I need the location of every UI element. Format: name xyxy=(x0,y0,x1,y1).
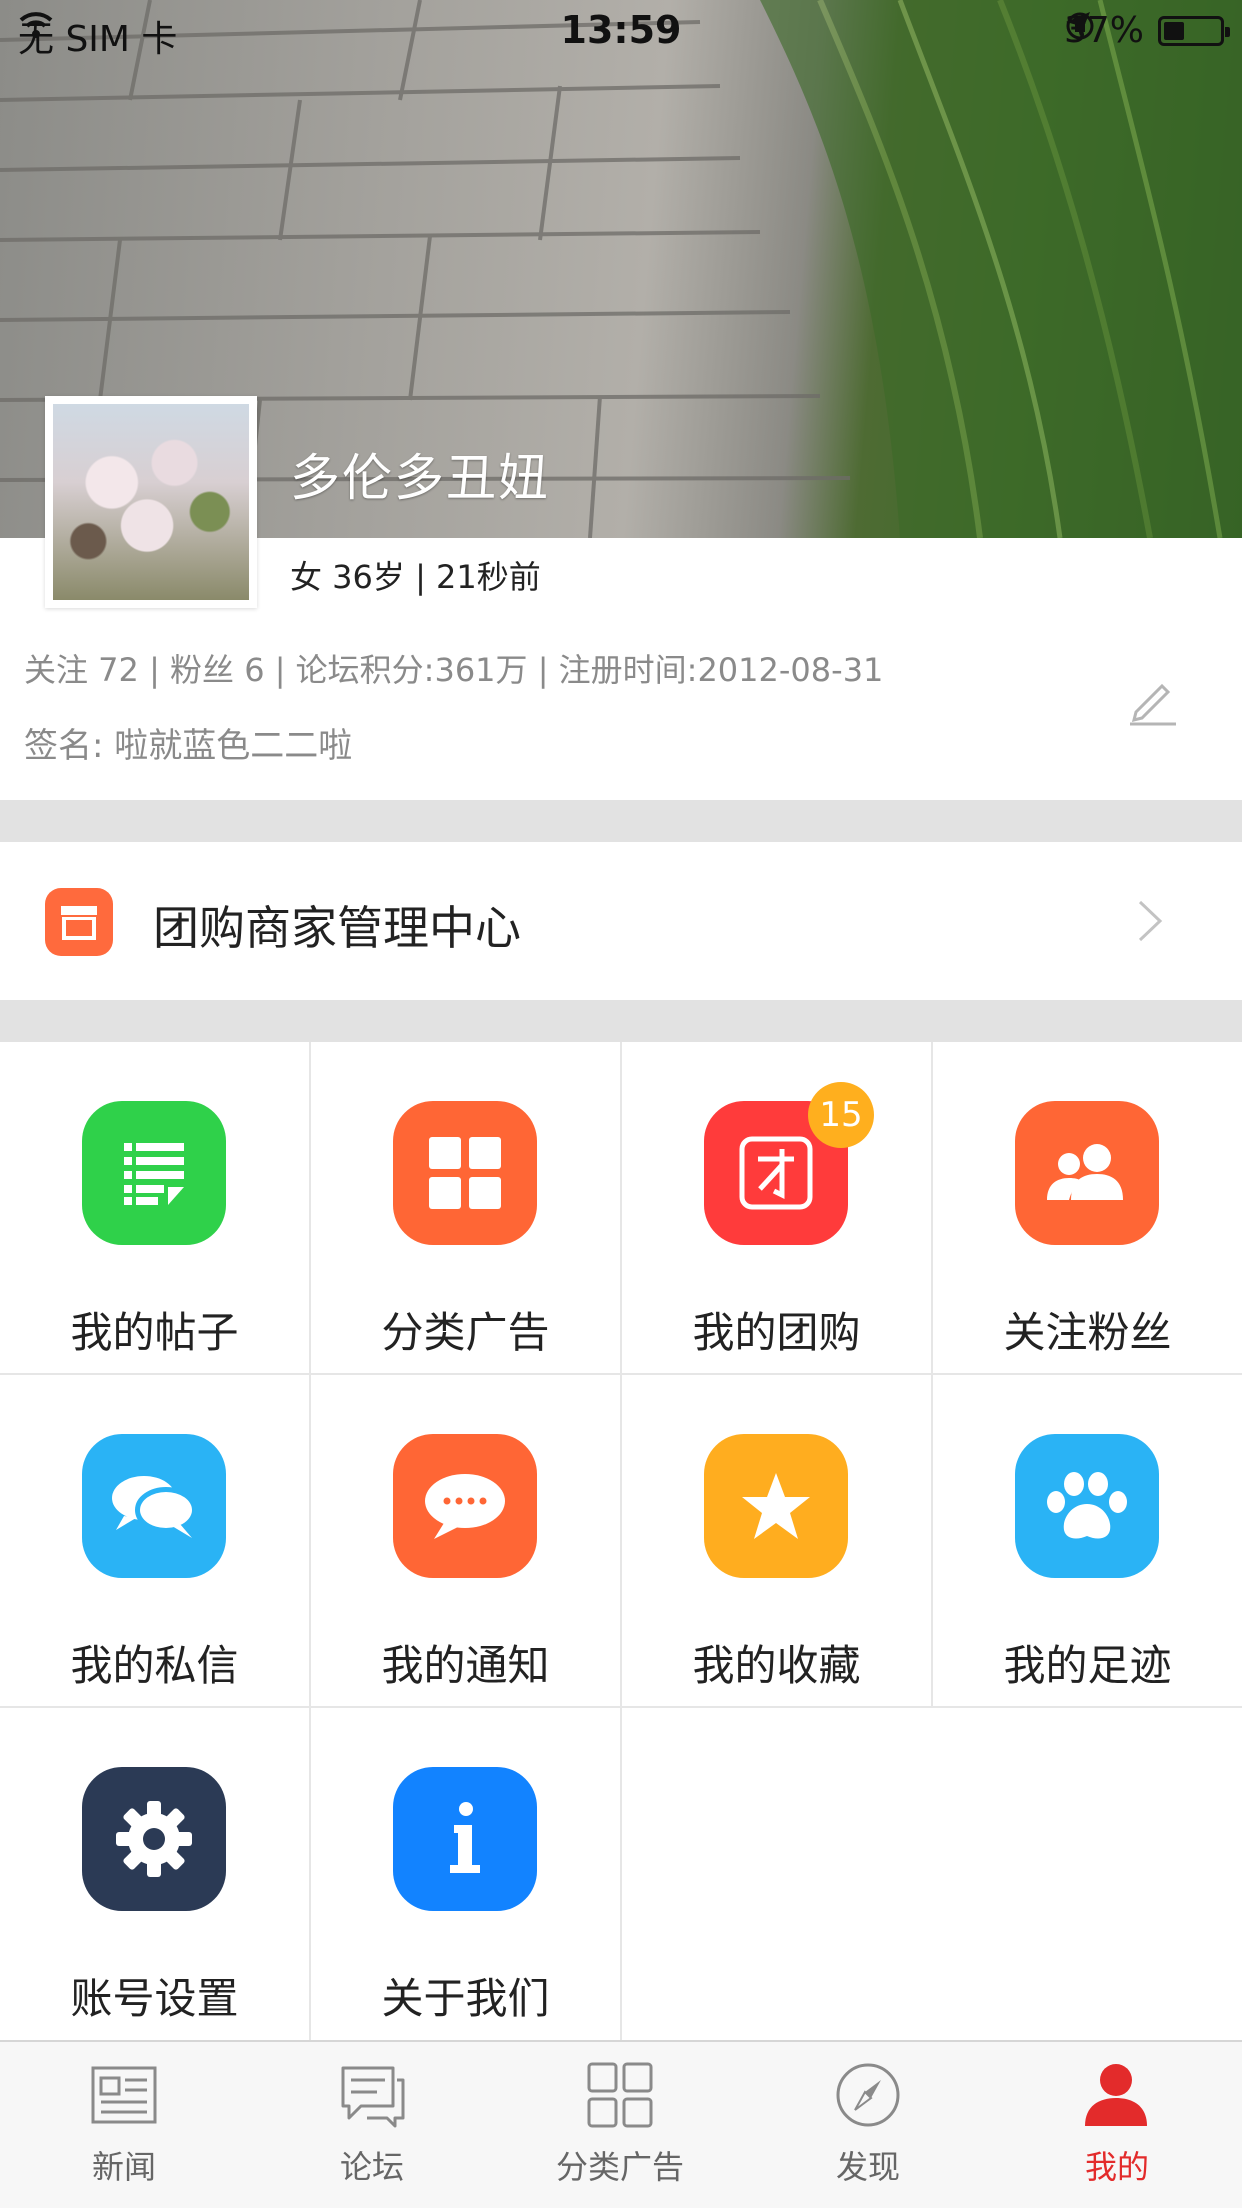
grid-item-label: 关注粉丝 xyxy=(1003,1308,1172,1357)
paw-icon xyxy=(1015,1434,1159,1578)
profile-meta: 女 36岁 | 21秒前 xyxy=(290,558,541,596)
grid-icon xyxy=(587,2062,653,2128)
tab-forum[interactable]: 论坛 xyxy=(248,2042,496,2208)
grid-item-my-favorites[interactable]: 我的收藏 xyxy=(622,1375,933,1708)
star-icon xyxy=(704,1434,848,1578)
group-buy-count-badge: 15 xyxy=(808,1082,874,1148)
grid-item-classified-ads[interactable]: 分类广告 xyxy=(311,1042,622,1375)
battery-icon xyxy=(1158,15,1230,46)
section-divider xyxy=(0,1000,1242,1042)
tab-label: 我的 xyxy=(1084,2148,1149,2186)
grid-item-label: 我的足迹 xyxy=(1003,1641,1172,1690)
compass-icon xyxy=(836,2063,900,2127)
people-icon xyxy=(1015,1101,1159,1245)
grid-item-my-footprints[interactable]: 我的足迹 xyxy=(933,1375,1242,1708)
tab-label: 新闻 xyxy=(91,2148,156,2186)
tab-label: 论坛 xyxy=(339,2148,404,2186)
chevron-right-icon xyxy=(1138,900,1163,942)
chat-bubbles-icon xyxy=(82,1434,226,1578)
bottom-tab-bar: 新闻 论坛 分类广告 发现 我的 xyxy=(0,2040,1242,2208)
grid-item-my-notifications[interactable]: 我的通知 xyxy=(311,1375,622,1708)
list-doc-icon xyxy=(82,1101,226,1245)
profile-stats: 关注 72 | 粉丝 6 | 论坛积分:361万 | 注册时间:2012-08-… xyxy=(24,651,884,689)
grid-item-my-group-buy[interactable]: 我的团购 xyxy=(622,1042,933,1375)
info-icon xyxy=(393,1767,537,1911)
tab-discover[interactable]: 发现 xyxy=(744,2042,992,2208)
grid-item-label: 我的收藏 xyxy=(692,1641,861,1690)
forum-icon xyxy=(341,2066,405,2128)
tab-label: 发现 xyxy=(835,2148,900,2186)
grid-item-label: 我的通知 xyxy=(381,1641,550,1690)
grid-item-my-messages[interactable]: 我的私信 xyxy=(0,1375,311,1708)
grid-item-about-us[interactable]: 关于我们 xyxy=(311,1708,622,2041)
profile-username: 多伦多丑妞 xyxy=(290,449,550,507)
gear-icon xyxy=(82,1767,226,1911)
grid-item-my-posts[interactable]: 我的帖子 xyxy=(0,1042,311,1375)
status-bar: 无 SIM 卡 13:59 37% xyxy=(0,0,1242,60)
status-time: 13:59 xyxy=(560,8,682,52)
section-divider xyxy=(0,800,1242,842)
grid-item-label: 分类广告 xyxy=(381,1308,550,1357)
storefront-icon xyxy=(45,888,113,956)
user-icon xyxy=(1085,2064,1147,2126)
grid-item-follow-fans[interactable]: 关注粉丝 xyxy=(933,1042,1242,1375)
four-squares-icon xyxy=(393,1101,537,1245)
tab-me[interactable]: 我的 xyxy=(992,2042,1242,2208)
notice-bubble-icon xyxy=(393,1434,537,1578)
grid-item-label: 账号设置 xyxy=(70,1974,239,2023)
edit-pencil-icon[interactable] xyxy=(1124,672,1180,728)
profile-avatar[interactable] xyxy=(45,396,257,608)
avatar-image xyxy=(53,404,249,600)
grid-item-label: 我的帖子 xyxy=(70,1308,239,1357)
grid-item-label: 我的团购 xyxy=(692,1308,861,1357)
grid-item-label: 关于我们 xyxy=(381,1974,550,2023)
merchant-center-label: 团购商家管理中心 xyxy=(153,901,521,955)
tab-classified-ads[interactable]: 分类广告 xyxy=(496,2042,744,2208)
tab-news[interactable]: 新闻 xyxy=(0,2042,248,2208)
merchant-center-row[interactable]: 团购商家管理中心 xyxy=(0,842,1242,1000)
tab-label: 分类广告 xyxy=(555,2148,684,2186)
profile-signature: 签名: 啦就蓝色二二啦 xyxy=(24,726,353,766)
grid-item-account-settings[interactable]: 账号设置 xyxy=(0,1708,311,2041)
grid-item-label: 我的私信 xyxy=(70,1641,239,1690)
newspaper-icon xyxy=(91,2066,157,2124)
location-arrow-icon xyxy=(1065,12,1090,36)
function-grid: 我的帖子 分类广告 我的团购 关注粉丝 我的私信 我的通知 我的收藏 我的足迹 … xyxy=(0,1042,1242,2042)
